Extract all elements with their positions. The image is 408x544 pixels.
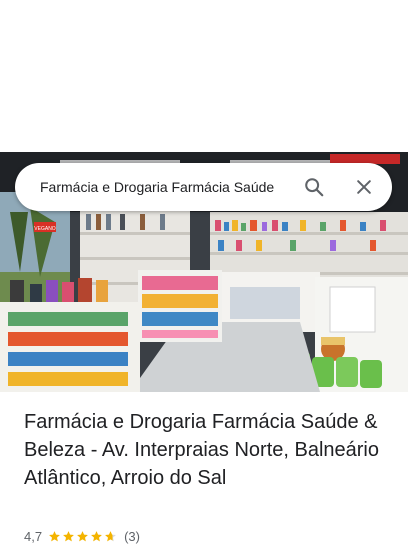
star-rating bbox=[48, 530, 118, 543]
rating-value: 4,7 bbox=[24, 528, 43, 544]
review-count[interactable]: (3) bbox=[124, 529, 140, 544]
photo-sign-text: VEGANO bbox=[34, 226, 56, 232]
search-input[interactable]: Farmácia e Drogaria Farmácia Saúde bbox=[40, 179, 284, 195]
star-icon bbox=[77, 530, 88, 541]
star-icon bbox=[105, 530, 116, 541]
rating-row[interactable]: 4,7 (3) bbox=[24, 528, 140, 544]
star-icon bbox=[91, 530, 102, 541]
star-icon bbox=[49, 530, 60, 541]
close-icon bbox=[357, 180, 371, 194]
close-button[interactable] bbox=[346, 169, 382, 205]
search-bar[interactable]: Farmácia e Drogaria Farmácia Saúde bbox=[15, 163, 392, 211]
search-icon bbox=[305, 178, 324, 197]
place-title: Farmácia e Drogaria Farmácia Saúde & Bel… bbox=[24, 411, 379, 489]
search-button[interactable] bbox=[296, 169, 332, 205]
star-icon bbox=[63, 530, 74, 541]
